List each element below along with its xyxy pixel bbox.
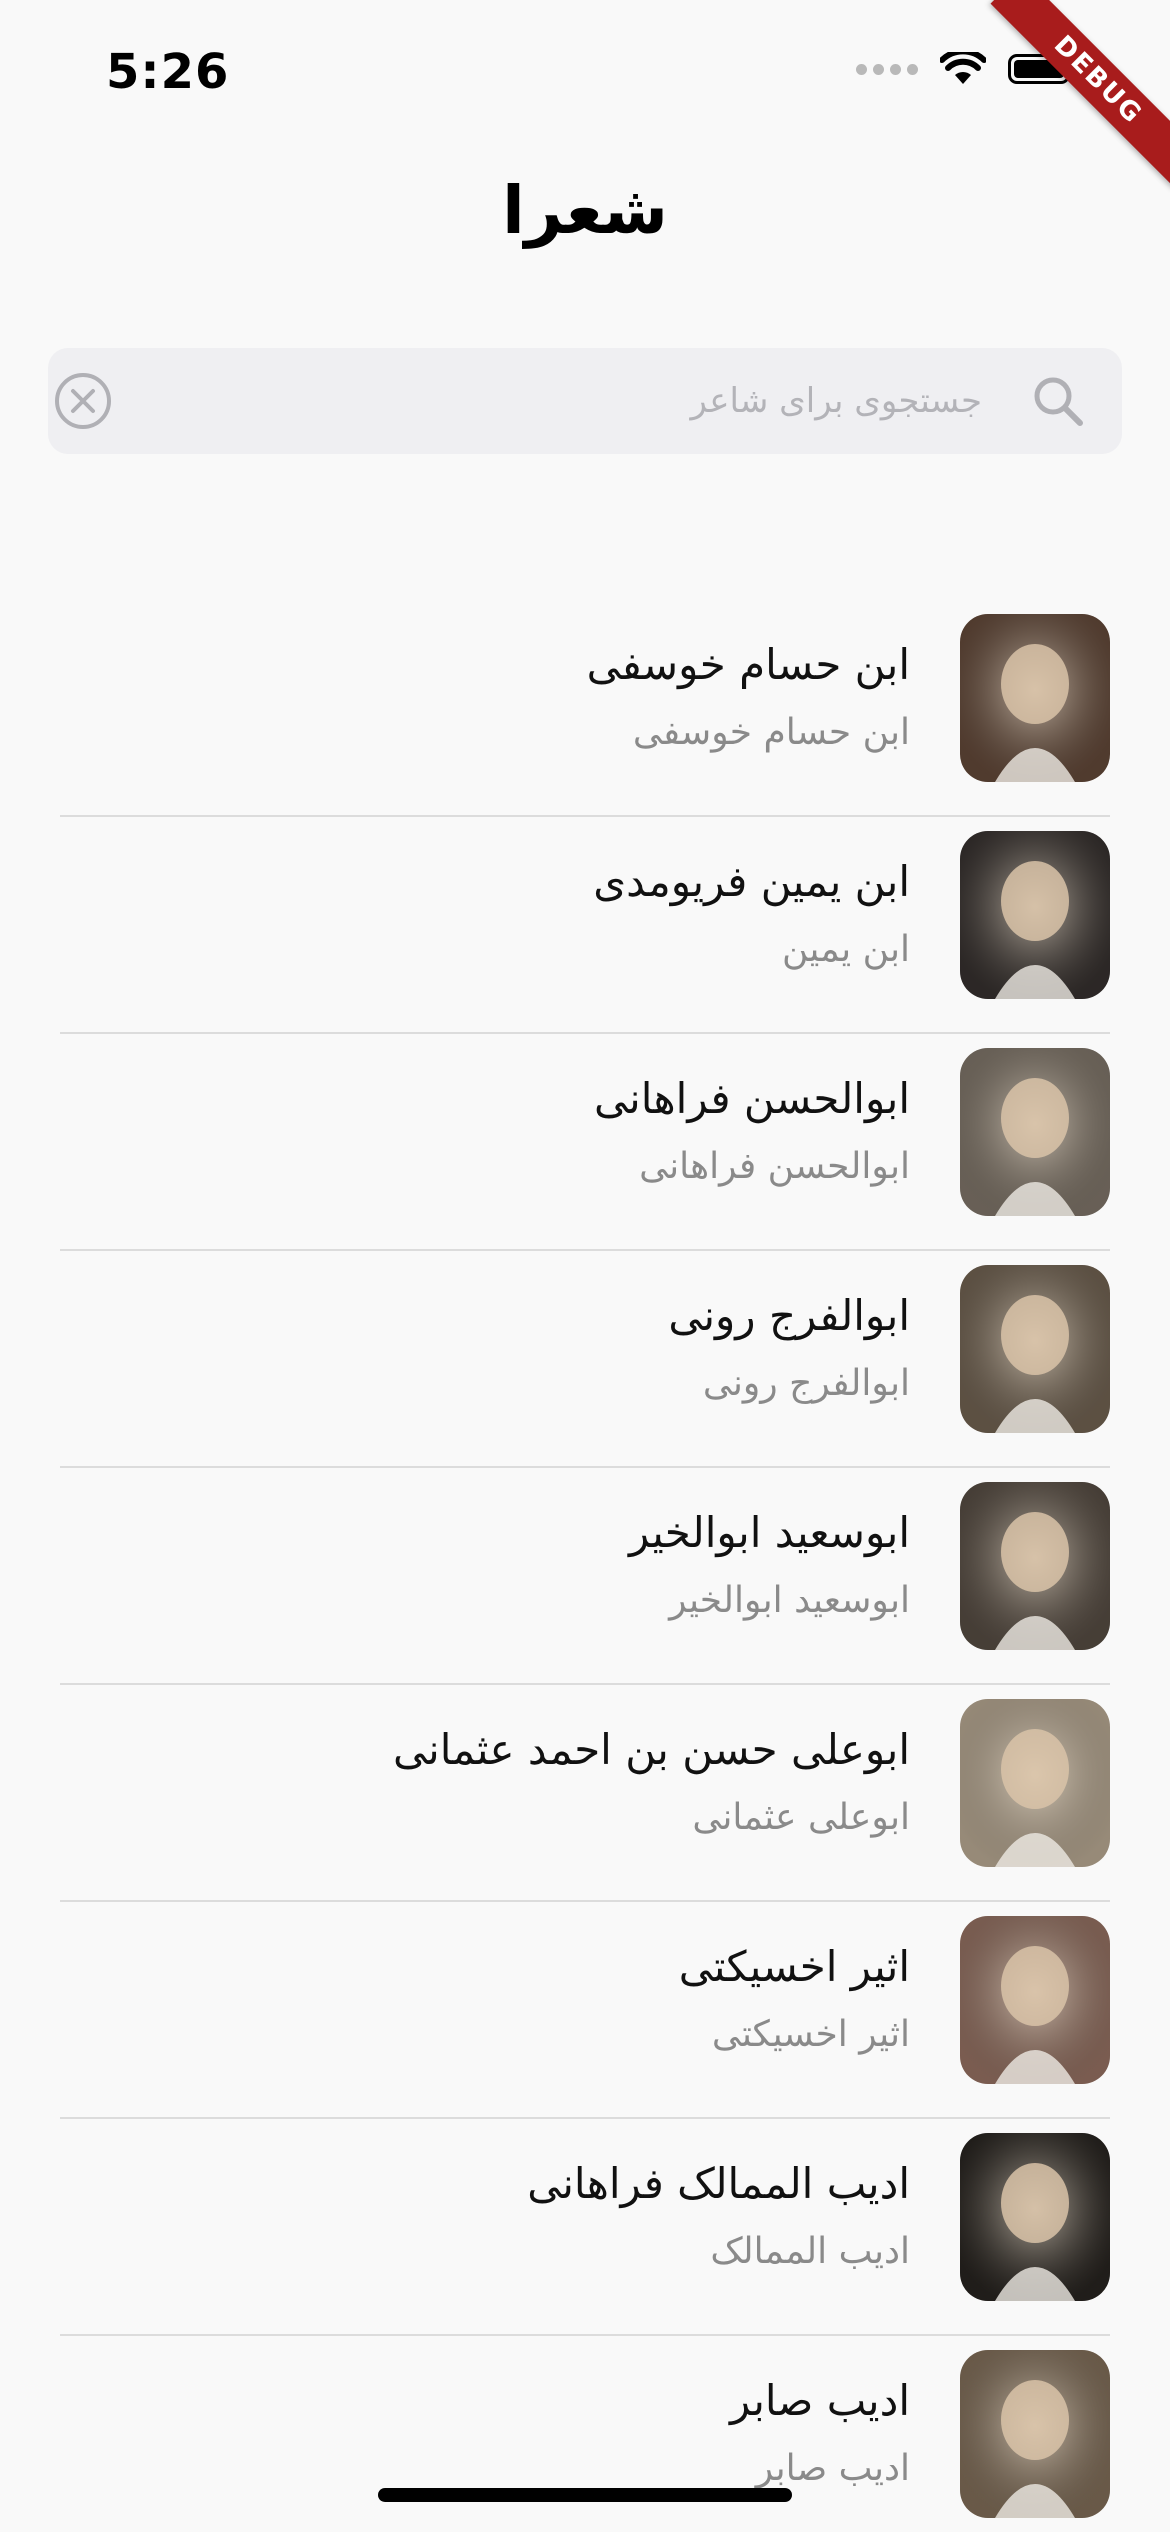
clear-icon[interactable] [52,370,114,432]
app-screen: 5:26 DEBUG شعرا جستجوی برای شاعر ابن حسا… [0,0,1170,2532]
list-item[interactable]: ابن حسام خوسفی ابن حسام خوسفی [60,600,1110,817]
list-item[interactable]: ابوعلی حسن بن احمد عثمانی ابوعلی عثمانی [60,1685,1110,1902]
search-icon [1034,377,1083,426]
avatar [960,1916,1110,2084]
avatar [960,1482,1110,1650]
avatar [960,831,1110,999]
poet-name: ادیب صابر [730,2376,910,2425]
avatar [960,614,1110,782]
status-icons [856,52,1076,86]
list-item[interactable]: اثیر اخسیکتی اثیر اخسیکتی [60,1902,1110,2119]
search-placeholder: جستجوی برای شاعر [690,381,982,421]
status-time: 5:26 [106,44,230,100]
cellular-signal-icon [856,63,918,75]
search-input[interactable]: جستجوی برای شاعر [48,348,1122,454]
poet-subtitle: ابوسعید ابوالخیر [669,1580,910,1621]
status-bar: 5:26 [0,0,1170,140]
poet-subtitle: اثیر اخسیکتی [711,2014,910,2055]
poet-name: ادیب الممالک فراهانی [527,2159,910,2208]
poet-subtitle: ادیب الممالک [710,2231,910,2272]
poet-subtitle: ادیب صابر [755,2448,910,2489]
poet-subtitle: ابوعلی عثمانی [692,1797,910,1838]
avatar [960,2133,1110,2301]
poet-subtitle: ابوالحسن فراهانی [639,1146,910,1187]
poet-subtitle: ابن حسام خوسفی [632,712,910,753]
poet-name: اثیر اخسیکتی [678,1942,910,1991]
list-item[interactable]: ادیب الممالک فراهانی ادیب الممالک [60,2119,1110,2336]
poet-subtitle: ابوالفرج رونی [702,1363,910,1404]
list-item[interactable]: ابوسعید ابوالخیر ابوسعید ابوالخیر [60,1468,1110,1685]
avatar [960,1265,1110,1433]
poet-name: ابوعلی حسن بن احمد عثمانی [393,1725,910,1774]
poet-name: ابوسعید ابوالخیر [628,1508,910,1557]
list-item[interactable]: ادیب صابر ادیب صابر [60,2336,1110,2532]
list-item[interactable]: ابوالحسن فراهانی ابوالحسن فراهانی [60,1034,1110,1251]
poet-name: ابن حسام خوسفی [586,640,910,689]
list-item[interactable]: ابن یمین فریومدی ابن یمین [60,817,1110,1034]
avatar [960,1699,1110,1867]
page-title: شعرا [502,172,668,249]
home-indicator[interactable] [378,2488,792,2502]
poet-name: ابوالحسن فراهانی [594,1074,910,1123]
list-item[interactable]: ابوالفرج رونی ابوالفرج رونی [60,1251,1110,1468]
poet-name: ابوالفرج رونی [668,1291,910,1340]
avatar [960,1048,1110,1216]
poet-name: ابن یمین فریومدی [593,857,910,906]
poet-subtitle: ابن یمین [782,929,910,970]
avatar [960,2350,1110,2518]
wifi-icon [940,52,986,84]
poet-list: ابن حسام خوسفی ابن حسام خوسفی ابن یمین ف… [60,600,1110,2532]
